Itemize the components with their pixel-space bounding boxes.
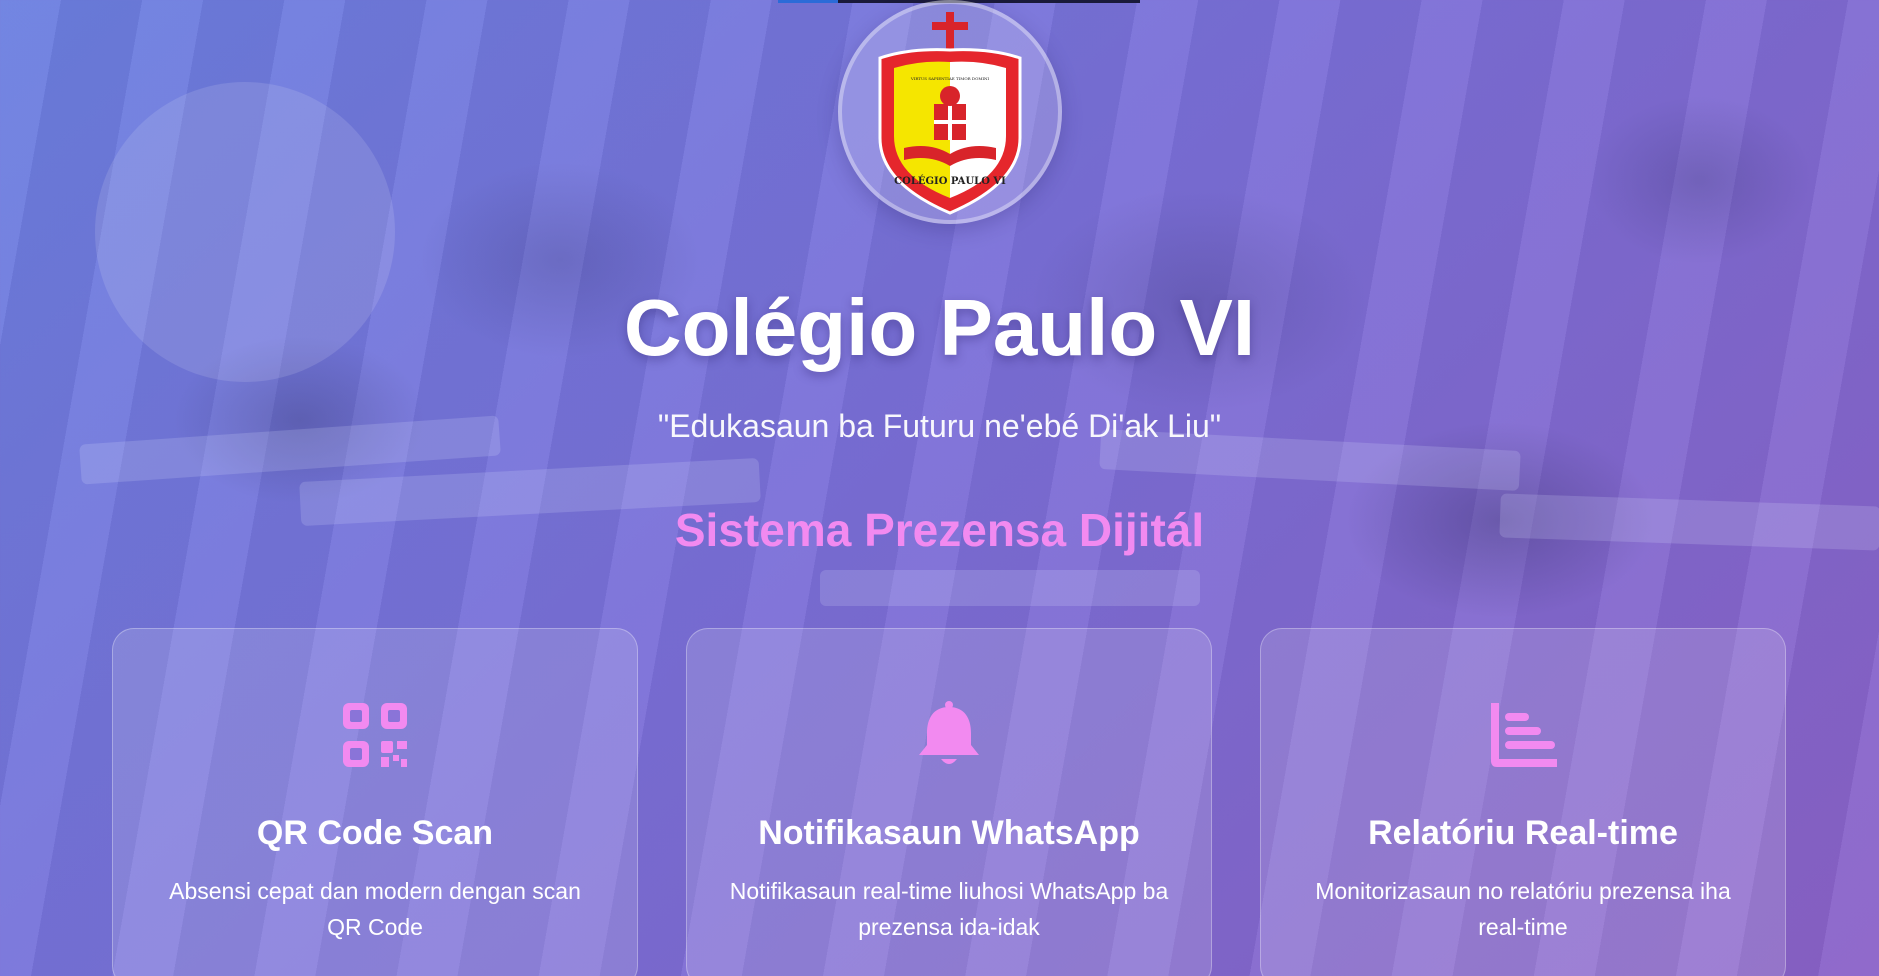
crest-icon: VIRTUS SAPIENTIAE TIMOR DOMINI COLÉGIO P… (878, 12, 1022, 215)
report-chart-icon (1491, 703, 1557, 767)
feature-card-whatsapp[interactable]: Notifikasaun WhatsApp Notifikasaun real-… (686, 628, 1212, 976)
qr-code-icon (343, 703, 407, 767)
feature-card-report[interactable]: Relatóriu Real-time Monitorizasaun no re… (1260, 628, 1786, 976)
feature-title: QR Code Scan (256, 814, 494, 852)
tagline: "Edukasaun ba Futuru ne'ebé Di'ak Liu" (657, 408, 1222, 444)
system-title: Sistema Prezensa Dijitál (674, 504, 1205, 556)
svg-text:VIRTUS SAPIENTIAE TIMOR DOMINI: VIRTUS SAPIENTIAE TIMOR DOMINI (910, 76, 990, 81)
feature-title: Notifikasaun WhatsApp (758, 814, 1140, 852)
school-logo: VIRTUS SAPIENTIAE TIMOR DOMINI COLÉGIO P… (838, 0, 1062, 224)
feature-card-qr[interactable]: QR Code Scan Absensi cepat dan modern de… (112, 628, 638, 976)
feature-description: Monitorizasaun no relatóriu prezensa iha… (1315, 878, 1731, 940)
feature-description: Absensi cepat dan modern dengan scan QR … (169, 878, 581, 940)
bell-icon (919, 701, 979, 764)
svg-text:COLÉGIO PAULO VI: COLÉGIO PAULO VI (894, 175, 1006, 187)
feature-description: Notifikasaun real-time liuhosi WhatsApp … (729, 878, 1169, 940)
feature-title: Relatóriu Real-time (1368, 814, 1678, 852)
page-title: Colégio Paulo VI (623, 283, 1256, 372)
